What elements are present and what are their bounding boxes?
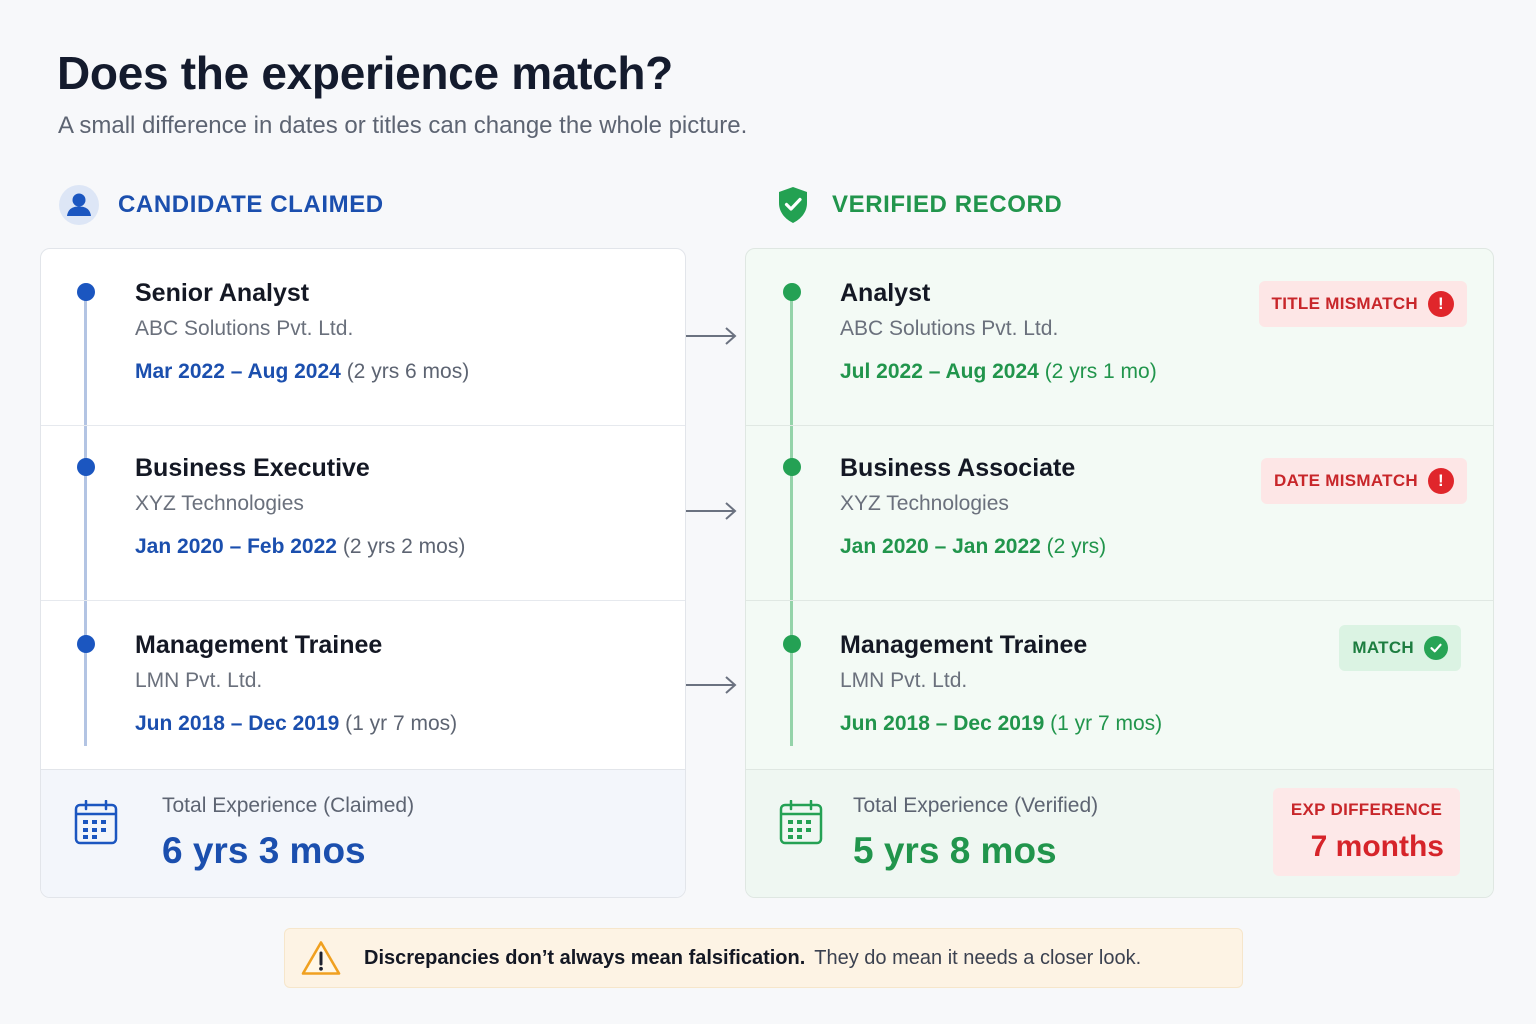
total-label: Total Experience (Claimed) [162, 794, 415, 817]
arrow-right-icon [686, 502, 737, 520]
company-name: LMN Pvt. Ltd. [135, 669, 263, 692]
claimed-heading: CANDIDATE CLAIMED [58, 184, 384, 226]
timeline-dot [77, 458, 95, 476]
date-range-value: Mar 2022 – Aug 2024 [135, 360, 341, 383]
verified-card: Analyst ABC Solutions Pvt. Ltd. Jul 2022… [745, 248, 1494, 898]
date-range-value: Jul 2022 – Aug 2024 [840, 360, 1039, 383]
claimed-entry: Management Trainee LMN Pvt. Ltd. Jun 201… [41, 601, 685, 769]
claimed-entry: Senior Analyst ABC Solutions Pvt. Ltd. M… [41, 249, 685, 426]
claimed-heading-label: CANDIDATE CLAIMED [118, 191, 384, 218]
notice-banner: Discrepancies don’t always mean falsific… [284, 928, 1243, 988]
company-name: XYZ Technologies [840, 492, 1009, 515]
date-range: Mar 2022 – Aug 2024 (2 yrs 6 mos) [135, 360, 469, 384]
timeline-dot [783, 283, 801, 301]
claimed-card: Senior Analyst ABC Solutions Pvt. Ltd. M… [40, 248, 686, 898]
date-range: Jun 2018 – Dec 2019 (1 yr 7 mos) [135, 712, 457, 736]
difference-label: EXP DIFFERENCE [1290, 800, 1443, 819]
verified-total: Total Experience (Verified) 5 yrs 8 mos … [746, 769, 1493, 897]
calendar-icon [779, 799, 823, 846]
status-badge: TITLE MISMATCH ! [1258, 281, 1467, 327]
check-circle-icon [1424, 636, 1448, 660]
warning-icon [301, 940, 341, 976]
alert-icon: ! [1428, 291, 1454, 317]
claimed-total: Total Experience (Claimed) 6 yrs 3 mos [41, 769, 685, 897]
date-range-value: Jan 2020 – Jan 2022 [840, 535, 1041, 558]
shield-check-icon [776, 184, 810, 226]
total-value: 5 yrs 8 mos [853, 830, 1057, 871]
status-badge: MATCH [1339, 625, 1461, 671]
status-badge-label: DATE MISMATCH [1274, 471, 1418, 490]
timeline-dot [77, 635, 95, 653]
verified-heading: VERIFIED RECORD [776, 184, 1062, 226]
verified-entry: Business Associate XYZ Technologies Jan … [746, 424, 1493, 601]
date-range: Jan 2020 – Feb 2022 (2 yrs 2 mos) [135, 535, 465, 559]
job-title: Analyst [840, 279, 931, 307]
date-range-value: Jun 2018 – Dec 2019 [840, 712, 1045, 735]
duration: (2 yrs 1 mo) [1044, 360, 1157, 383]
company-name: ABC Solutions Pvt. Ltd. [135, 317, 354, 340]
verified-heading-label: VERIFIED RECORD [832, 191, 1063, 218]
verified-entry: Analyst ABC Solutions Pvt. Ltd. Jul 2022… [746, 249, 1493, 426]
difference-value: 7 months [1310, 830, 1444, 863]
duration: (2 yrs 2 mos) [342, 535, 466, 558]
page-subtitle: A small difference in dates or titles ca… [58, 112, 748, 139]
job-title: Business Executive [135, 454, 370, 482]
duration: (2 yrs) [1046, 535, 1107, 558]
timeline-dot [77, 283, 95, 301]
arrow-right-icon [686, 327, 737, 345]
claimed-entry: Business Executive XYZ Technologies Jan … [41, 424, 685, 601]
date-range-value: Jan 2020 – Feb 2022 [135, 535, 337, 558]
notice-strong-text: Discrepancies don’t always mean falsific… [364, 946, 806, 969]
verified-entry: Management Trainee LMN Pvt. Ltd. Jun 201… [746, 601, 1493, 769]
calendar-icon [74, 799, 118, 846]
job-title: Senior Analyst [135, 279, 310, 307]
job-title: Business Associate [840, 454, 1076, 482]
date-range: Jun 2018 – Dec 2019 (1 yr 7 mos) [840, 712, 1162, 736]
page-title: Does the experience match? [57, 47, 673, 99]
arrow-right-icon [686, 676, 737, 694]
status-badge: DATE MISMATCH ! [1261, 458, 1467, 504]
notice-text: They do mean it needs a closer look. [814, 946, 1142, 969]
user-icon [58, 184, 100, 226]
alert-icon: ! [1428, 468, 1454, 494]
duration: (2 yrs 6 mos) [346, 360, 470, 383]
duration: (1 yr 7 mos) [1050, 712, 1163, 735]
status-badge-label: MATCH [1352, 638, 1414, 657]
timeline-dot [783, 635, 801, 653]
status-badge-label: TITLE MISMATCH [1271, 294, 1418, 313]
company-name: XYZ Technologies [135, 492, 304, 515]
date-range-value: Jun 2018 – Dec 2019 [135, 712, 340, 735]
company-name: LMN Pvt. Ltd. [840, 669, 968, 692]
total-value: 6 yrs 3 mos [162, 830, 366, 871]
date-range: Jan 2020 – Jan 2022 (2 yrs) [840, 535, 1106, 559]
job-title: Management Trainee [840, 631, 1088, 659]
job-title: Management Trainee [135, 631, 383, 659]
total-label: Total Experience (Verified) [853, 794, 1099, 817]
company-name: ABC Solutions Pvt. Ltd. [840, 317, 1059, 340]
timeline-dot [783, 458, 801, 476]
date-range: Jul 2022 – Aug 2024 (2 yrs 1 mo) [840, 360, 1157, 384]
duration: (1 yr 7 mos) [345, 712, 458, 735]
experience-difference: EXP DIFFERENCE 7 months [1273, 788, 1460, 876]
